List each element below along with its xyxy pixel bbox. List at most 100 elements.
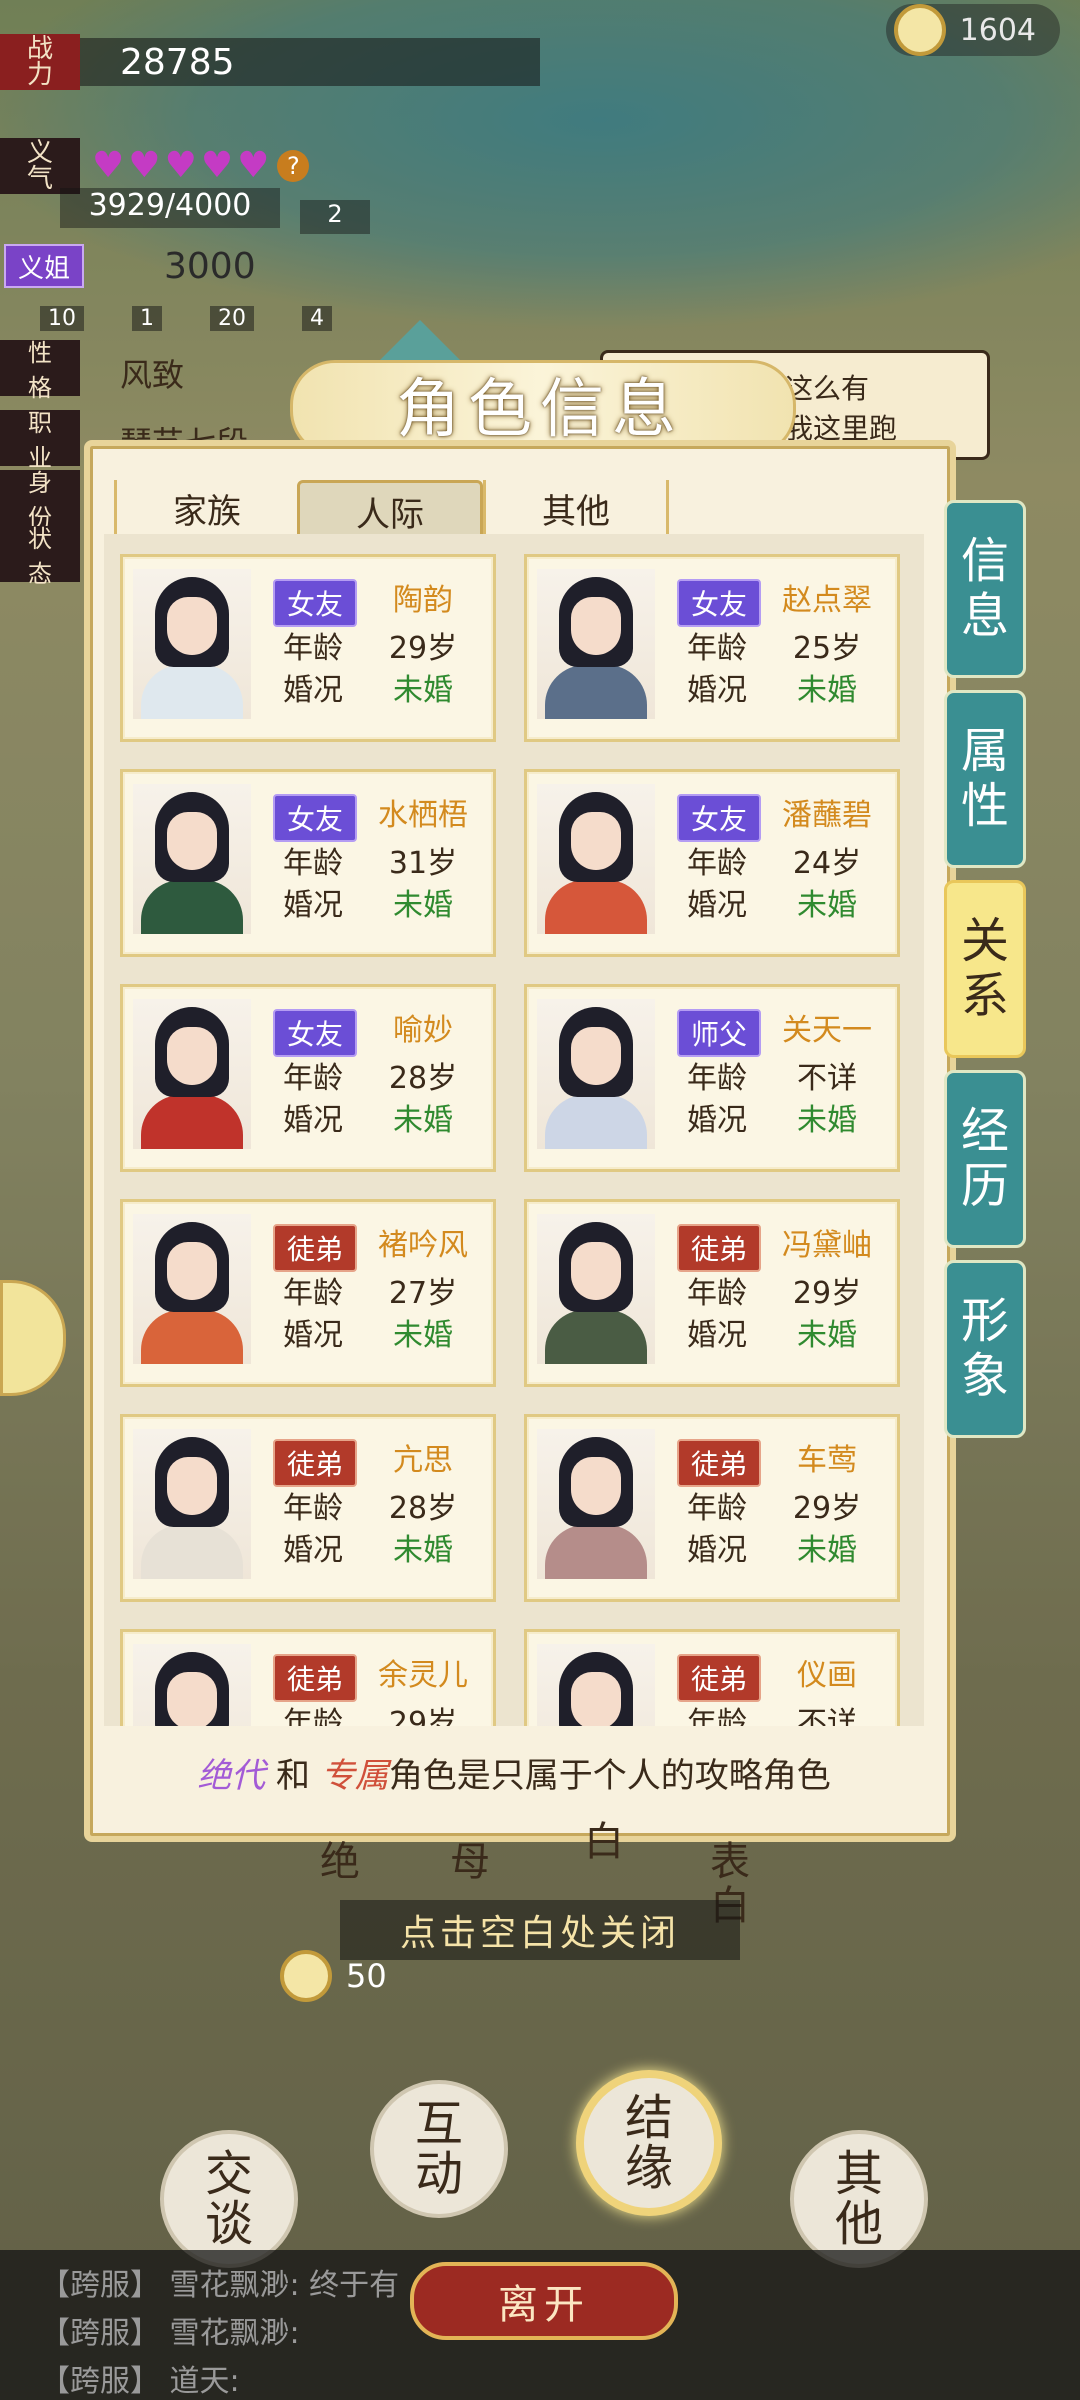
portrait-robe — [545, 1310, 647, 1364]
panel-title-banner: 角色信息 — [290, 320, 796, 460]
age-value: 29岁 — [792, 1491, 862, 1526]
age-label: 年龄 — [283, 846, 343, 881]
marriage-label: 婚况 — [687, 1318, 747, 1353]
item-counts: 10 1 20 4 — [40, 306, 332, 331]
character-card[interactable]: 徒弟 亢思 年龄 28岁 婚况 未婚 — [120, 1414, 496, 1602]
heart-icon: ♥ — [200, 145, 234, 186]
tab-other[interactable]: 其他 — [483, 480, 669, 536]
heart-icon: ♥ — [164, 145, 197, 186]
relation-tag: 徒弟 — [273, 1224, 357, 1272]
identity-label: 身 份 — [0, 469, 80, 532]
relations-list[interactable]: 女友 陶韵 年龄 29岁 婚况 未婚 女友 赵点翠 年龄 25岁 婚况 未婚 女友 水栖梧 年龄 31岁 婚况未… — [104, 534, 924, 1726]
character-name: 赵点翠 — [782, 583, 872, 618]
close-hint: 点击空白处关闭 — [340, 1900, 740, 1960]
age-label: 年龄 — [687, 631, 747, 666]
relation-tag: 师父 — [677, 1009, 761, 1057]
interact-button[interactable]: 互 动 — [370, 2080, 508, 2218]
portrait-face — [167, 812, 217, 870]
help-icon[interactable]: ? — [277, 150, 310, 182]
sister-row: 义姐 3000 — [0, 238, 256, 294]
behind-label: 白 — [584, 1819, 624, 1865]
other-button[interactable]: 其 他 — [790, 2130, 928, 2268]
character-card[interactable]: 徒弟 车莺 年龄 29岁 婚况 未婚 — [524, 1414, 900, 1602]
portrait-robe — [545, 1095, 647, 1149]
age-value: 不详 — [797, 1061, 857, 1096]
character-card[interactable]: 师父 关天一 年龄 不详 婚况 未婚 — [524, 984, 900, 1172]
chat-line: 【跨服】 雪花飘渺: — [40, 2316, 300, 2351]
age-label: 年龄 — [687, 1061, 747, 1096]
side-tab-info[interactable]: 信 息 — [944, 500, 1026, 678]
character-portrait — [133, 1214, 251, 1364]
top-currency-value: 1604 — [959, 12, 1036, 48]
tab-relations[interactable]: 人际 — [297, 480, 483, 542]
relation-tag: 徒弟 — [677, 1439, 761, 1487]
age-label: 年龄 — [687, 1491, 747, 1526]
character-card[interactable]: 徒弟 褚吟风 年龄 27岁 婚况 未婚 — [120, 1199, 496, 1387]
heart-icon: ♥ — [128, 145, 161, 186]
character-name: 亢思 — [393, 1443, 453, 1478]
character-card[interactable]: 徒弟 冯黛岫 年龄 29岁 婚况 未婚 — [524, 1199, 900, 1387]
portrait-face — [167, 1242, 217, 1300]
character-portrait — [537, 784, 655, 934]
personality-value: 风致 — [120, 356, 185, 394]
side-tab-relations[interactable]: 关 系 — [944, 880, 1026, 1058]
chat-line: 【跨服】 道天: — [40, 2364, 240, 2399]
character-card[interactable]: 女友 赵点翠 年龄 25岁 婚况 未婚 — [524, 554, 900, 742]
portrait-robe — [141, 1525, 243, 1579]
character-card[interactable]: 女友 陶韵 年龄 29岁 婚况 未婚 — [120, 554, 496, 742]
marriage-label: 婚况 — [687, 673, 747, 708]
relation-tag: 女友 — [677, 794, 761, 842]
item-count: 1 — [132, 306, 162, 331]
marriage-label: 婚况 — [283, 1103, 343, 1138]
leave-button[interactable]: 离开 — [410, 2262, 678, 2340]
yiqi-row: 义 气 ♥ ♥ ♥ ♥ ♥ ? — [0, 138, 310, 194]
character-portrait — [537, 999, 655, 1149]
marriage-value: 未婚 — [797, 673, 857, 708]
bond-button[interactable]: 结 缘 — [576, 2070, 722, 2216]
heart-icon: ♥ — [237, 145, 270, 186]
character-card[interactable]: 女友 喻妙 年龄 28岁 婚况 未婚 — [120, 984, 496, 1172]
age-label: 年龄 — [283, 1061, 343, 1096]
portrait-robe — [141, 880, 243, 934]
age-label: 年龄 — [283, 1491, 343, 1526]
character-card[interactable]: 女友 水栖梧 年龄 31岁 婚况 未婚 — [120, 769, 496, 957]
character-card[interactable]: 徒弟仪画年龄不详婚况未婚 — [524, 1629, 900, 1726]
portrait-face — [571, 1672, 621, 1726]
marriage-value: 未婚 — [393, 1318, 453, 1353]
character-portrait — [537, 1644, 655, 1726]
age-value: 29岁 — [388, 631, 458, 666]
side-tab-attributes[interactable]: 属 性 — [944, 690, 1026, 868]
relation-tag: 徒弟 — [273, 1654, 357, 1702]
tab-family[interactable]: 家族 — [114, 480, 297, 536]
character-name: 潘蘸碧 — [782, 798, 872, 833]
footnote-exclusive: 专属 — [320, 1756, 389, 1796]
behind-label: 母 — [450, 1839, 490, 1885]
job-label: 职 业 — [0, 409, 80, 472]
relation-tag: 徒弟 — [273, 1439, 357, 1487]
age-label: 年龄 — [687, 846, 747, 881]
marriage-value: 未婚 — [797, 888, 857, 923]
age-label: 年龄 — [283, 631, 343, 666]
character-portrait — [537, 569, 655, 719]
side-tab-appearance[interactable]: 形 象 — [944, 1260, 1026, 1438]
talk-button[interactable]: 交 谈 — [160, 2130, 298, 2268]
portrait-face — [571, 1242, 621, 1300]
character-name: 冯黛岫 — [782, 1228, 872, 1263]
portrait-robe — [141, 665, 243, 719]
marriage-label: 婚况 — [687, 1533, 747, 1568]
age-value: 29岁 — [792, 1276, 862, 1311]
character-card[interactable]: 女友 潘蘸碧 年龄 24岁 婚况 未婚 — [524, 769, 900, 957]
heart-icon: ♥ — [92, 145, 125, 186]
age-label: 年龄 — [283, 1276, 343, 1311]
relation-tag: 女友 — [677, 579, 761, 627]
character-card[interactable]: 徒弟余灵儿年龄29岁婚况未婚 — [120, 1629, 496, 1726]
side-tab-history[interactable]: 经 历 — [944, 1070, 1026, 1248]
portrait-face — [571, 597, 621, 655]
panel-title: 角色信息 — [396, 373, 684, 447]
marriage-label: 婚况 — [283, 1318, 343, 1353]
footnote-and: 和 — [265, 1756, 321, 1796]
age-value: 27岁 — [388, 1276, 458, 1311]
character-name: 仪画 — [797, 1658, 857, 1693]
power-label: 战 力 — [0, 34, 80, 90]
age-value: 28岁 — [388, 1061, 458, 1096]
